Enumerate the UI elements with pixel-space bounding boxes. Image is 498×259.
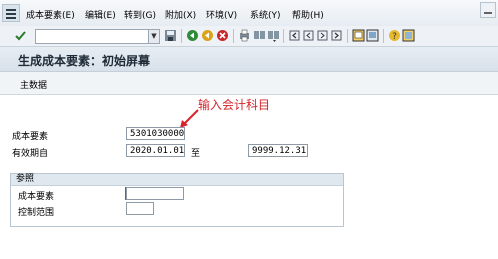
cost-element-label: 成本要素 xyxy=(12,132,49,142)
command-history-dropdown[interactable]: ▼ xyxy=(148,29,160,44)
cost-element-input[interactable]: 5301030000 xyxy=(126,127,185,140)
next-page-icon[interactable] xyxy=(316,29,329,42)
menu-edit[interactable]: 编辑(E) xyxy=(85,8,116,21)
menu-bar: 成本要素(E) 编辑(E) 转到(G) 附加(X) 环境(V) 系统(Y) 帮助… xyxy=(0,0,498,27)
system-menu-icon[interactable] xyxy=(2,4,20,22)
toolbar-separator xyxy=(181,29,182,43)
find-icon[interactable] xyxy=(253,29,266,42)
save-icon[interactable] xyxy=(164,29,177,42)
menu-goto[interactable]: 转到(G) xyxy=(124,8,156,21)
menu-cost-element[interactable]: 成本要素(E) xyxy=(26,8,75,21)
annotation-text: 输入会计科目 xyxy=(198,98,271,112)
help-icon[interactable]: ? xyxy=(388,29,401,42)
toolbar-separator xyxy=(347,29,348,43)
menu-system[interactable]: 系统(Y) xyxy=(250,8,281,21)
controlling-area-input[interactable] xyxy=(126,202,154,215)
title-bar: 生成成本要素：初始屏幕 xyxy=(0,47,498,72)
ref-cost-element-input[interactable] xyxy=(126,187,184,200)
command-field[interactable] xyxy=(35,29,149,44)
toolbar-separator xyxy=(383,29,384,43)
valid-from-label: 有效期自 xyxy=(12,149,49,159)
page-title: 生成成本要素：初始屏幕 xyxy=(18,54,151,68)
layout-icon[interactable] xyxy=(402,29,415,42)
standard-toolbar: ▼ ? xyxy=(0,26,498,47)
cancel-icon[interactable] xyxy=(216,29,229,42)
exit-icon[interactable] xyxy=(201,29,214,42)
print-icon[interactable] xyxy=(238,29,251,42)
first-page-icon[interactable] xyxy=(288,29,301,42)
toolbar-separator xyxy=(283,29,284,43)
prev-page-icon[interactable] xyxy=(302,29,315,42)
reference-group-title: 参照 xyxy=(11,174,343,186)
new-session-icon[interactable] xyxy=(352,29,365,42)
svg-text:?: ? xyxy=(392,32,397,42)
master-data-button[interactable]: 主数据 xyxy=(20,78,47,91)
valid-to-label: 至 xyxy=(191,149,201,159)
ref-cost-element-label: 成本要素 xyxy=(18,192,55,202)
find-next-icon[interactable] xyxy=(267,29,280,42)
reference-group: 参照 xyxy=(10,173,344,227)
controlling-area-label: 控制范围 xyxy=(18,208,55,218)
menu-extras[interactable]: 附加(X) xyxy=(165,8,196,21)
application-toolbar: 主数据 xyxy=(0,72,498,95)
valid-to-input[interactable]: 9999.12.31 xyxy=(248,144,308,157)
last-page-icon[interactable] xyxy=(330,29,343,42)
menu-environment[interactable]: 环境(V) xyxy=(206,8,237,21)
shortcut-icon[interactable] xyxy=(366,29,379,42)
menu-help[interactable]: 帮助(H) xyxy=(292,8,324,21)
minimize-icon[interactable] xyxy=(480,2,496,18)
window-controls xyxy=(478,2,496,20)
enter-icon[interactable] xyxy=(14,29,27,42)
back-icon[interactable] xyxy=(186,29,199,42)
valid-from-input[interactable]: 2020.01.01 xyxy=(126,144,185,157)
toolbar-separator xyxy=(233,29,234,43)
